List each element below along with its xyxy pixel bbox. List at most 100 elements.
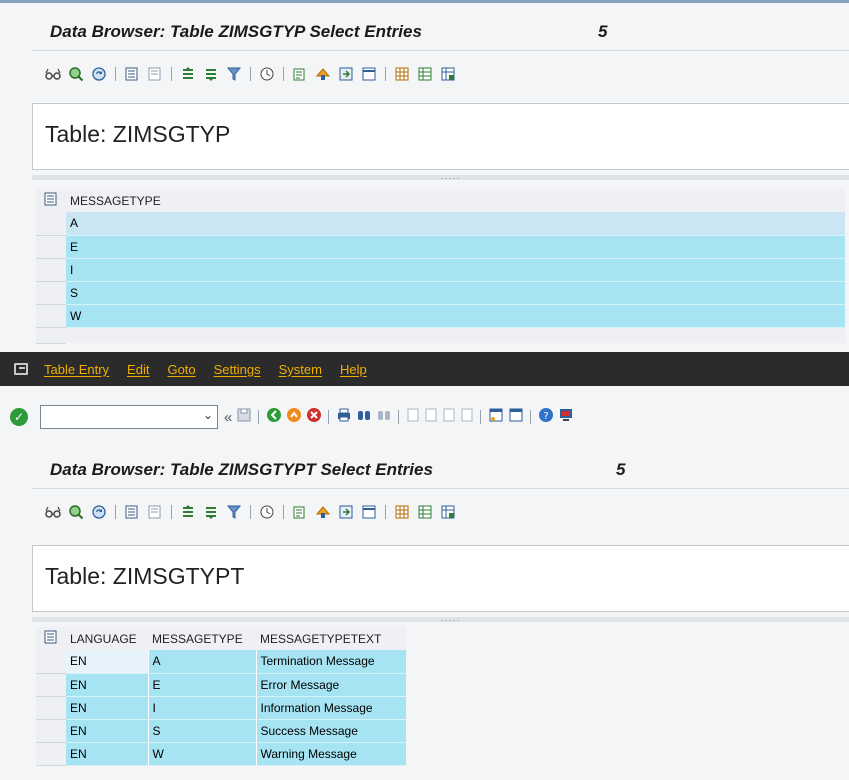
menu-goto[interactable]: Goto	[167, 362, 195, 377]
cell-language[interactable]: EN	[66, 742, 148, 765]
cell-messagetypetext[interactable]: Termination Message	[256, 650, 406, 673]
refresh-icon[interactable]	[90, 503, 108, 521]
print-preview-icon[interactable]	[360, 65, 378, 83]
cell-messagetype[interactable]: A	[148, 650, 256, 673]
table-row[interactable]: E	[36, 235, 845, 258]
save-layout-icon[interactable]	[439, 65, 457, 83]
save-local-icon[interactable]	[337, 65, 355, 83]
table-row[interactable]: EN I Information Message	[36, 696, 406, 719]
row-selector[interactable]	[36, 281, 66, 304]
save-layout-icon[interactable]	[439, 503, 457, 521]
cell-messagetype[interactable]: W	[66, 304, 845, 327]
column-header-language[interactable]: LANGUAGE	[66, 627, 148, 650]
row-selector[interactable]	[36, 742, 66, 765]
help-icon[interactable]: ?	[538, 407, 554, 427]
cell-messagetype[interactable]: E	[148, 673, 256, 696]
menu-system[interactable]: System	[279, 362, 322, 377]
menu-table-entry[interactable]: Table Entry	[44, 362, 109, 377]
cell-messagetype[interactable]: S	[66, 281, 845, 304]
menu-edit[interactable]: Edit	[127, 362, 149, 377]
cell-messagetypetext[interactable]: Information Message	[256, 696, 406, 719]
detail-zoom-icon[interactable]	[67, 65, 85, 83]
back-icon[interactable]: «	[224, 409, 232, 426]
cell-messagetype[interactable]: E	[66, 235, 845, 258]
cell-language[interactable]: EN	[66, 673, 148, 696]
table-row[interactable]: S	[36, 281, 845, 304]
table-row[interactable]: EN W Warning Message	[36, 742, 406, 765]
command-input[interactable]	[41, 406, 191, 428]
row-selector[interactable]	[36, 304, 66, 327]
new-session-icon[interactable]	[488, 407, 504, 427]
cell-messagetype[interactable]: I	[148, 696, 256, 719]
table-row[interactable]: I	[36, 258, 845, 281]
layout-icon[interactable]	[393, 503, 411, 521]
cell-language[interactable]: EN	[66, 719, 148, 742]
menu-icon[interactable]	[14, 363, 28, 375]
export-icon[interactable]	[291, 65, 309, 83]
cell-messagetype[interactable]: S	[148, 719, 256, 742]
cell-messagetypetext[interactable]: Warning Message	[256, 742, 406, 765]
prev-page-icon[interactable]	[424, 407, 438, 427]
sort-desc-icon[interactable]	[202, 503, 220, 521]
deselect-all-icon[interactable]	[146, 503, 164, 521]
select-all-icon[interactable]	[123, 503, 141, 521]
cell-messagetype[interactable]: W	[148, 742, 256, 765]
deselect-all-icon[interactable]	[146, 65, 164, 83]
glasses-icon[interactable]	[44, 65, 62, 83]
print-preview-icon[interactable]	[360, 503, 378, 521]
find-icon[interactable]	[356, 407, 372, 427]
mail-icon[interactable]	[314, 503, 332, 521]
row-selector[interactable]	[36, 235, 66, 258]
table-row[interactable]: EN E Error Message	[36, 673, 406, 696]
next-page-icon[interactable]	[442, 407, 456, 427]
row-selector[interactable]	[36, 719, 66, 742]
chevron-down-icon[interactable]: ⌄	[203, 408, 213, 422]
command-field[interactable]: ⌄	[40, 405, 218, 429]
column-header-messagetypetext[interactable]: MESSAGETYPETEXT	[256, 627, 406, 650]
column-header-messagetype[interactable]: MESSAGETYPE	[148, 627, 256, 650]
layout-icon[interactable]	[393, 65, 411, 83]
sort-desc-icon[interactable]	[202, 65, 220, 83]
exit-icon[interactable]	[286, 407, 302, 427]
select-all-icon[interactable]	[123, 65, 141, 83]
total-icon[interactable]	[258, 65, 276, 83]
select-column-icon[interactable]	[36, 627, 66, 650]
print-icon[interactable]	[336, 407, 352, 427]
select-column-icon[interactable]	[36, 189, 66, 212]
change-layout-icon[interactable]	[416, 65, 434, 83]
row-selector[interactable]	[36, 696, 66, 719]
row-selector[interactable]	[36, 258, 66, 281]
shortcut-icon[interactable]	[508, 407, 524, 427]
cell-language[interactable]: EN	[66, 696, 148, 719]
cell-messagetypetext[interactable]: Error Message	[256, 673, 406, 696]
last-page-icon[interactable]	[460, 407, 474, 427]
cell-messagetypetext[interactable]: Success Message	[256, 719, 406, 742]
top-splitter[interactable]: ·····	[32, 175, 849, 180]
row-selector[interactable]	[36, 650, 66, 673]
back-arrow-icon[interactable]	[266, 407, 282, 427]
cell-language[interactable]: EN	[66, 650, 148, 673]
save-icon[interactable]	[236, 407, 252, 427]
menu-settings[interactable]: Settings	[214, 362, 261, 377]
filter-icon[interactable]	[225, 503, 243, 521]
table-row[interactable]: A	[36, 212, 845, 235]
column-header-messagetype[interactable]: MESSAGETYPE	[66, 189, 845, 212]
row-selector[interactable]	[36, 212, 66, 235]
first-page-icon[interactable]	[406, 407, 420, 427]
glasses-icon[interactable]	[44, 503, 62, 521]
table-row[interactable]: EN S Success Message	[36, 719, 406, 742]
cell-messagetype[interactable]: A	[66, 212, 845, 235]
row-selector[interactable]	[36, 673, 66, 696]
refresh-icon[interactable]	[90, 65, 108, 83]
bottom-splitter[interactable]: ·····	[32, 617, 849, 622]
save-local-icon[interactable]	[337, 503, 355, 521]
mail-icon[interactable]	[314, 65, 332, 83]
change-layout-icon[interactable]	[416, 503, 434, 521]
cancel-icon[interactable]	[306, 407, 322, 427]
table-row[interactable]: EN A Termination Message	[36, 650, 406, 673]
find-next-icon[interactable]	[376, 407, 392, 427]
total-icon[interactable]	[258, 503, 276, 521]
sort-asc-icon[interactable]	[179, 65, 197, 83]
sort-asc-icon[interactable]	[179, 503, 197, 521]
export-icon[interactable]	[291, 503, 309, 521]
